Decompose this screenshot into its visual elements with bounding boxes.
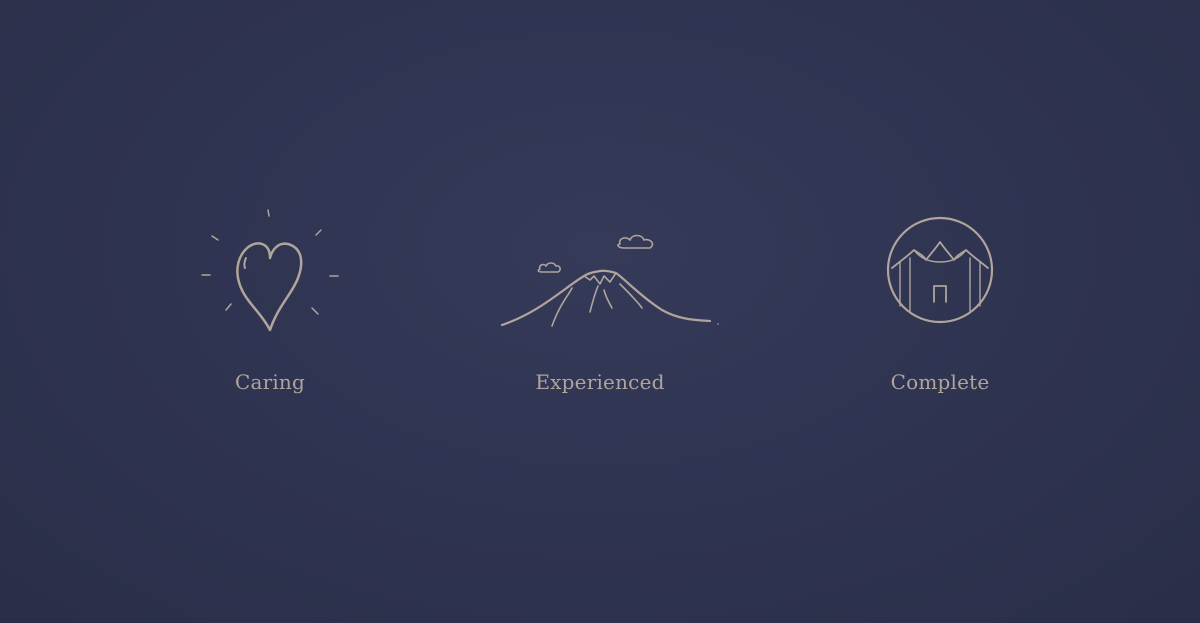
feature-experienced: Experienced [480,200,720,394]
feature-caring: Caring [150,200,390,394]
mountain-icon [480,200,720,340]
feature-label-experienced: Experienced [535,370,665,394]
feature-label-caring: Caring [234,370,306,394]
tent-circle-icon [820,200,1060,340]
feature-complete: Complete [820,200,1060,394]
feature-label-complete: Complete [890,370,990,394]
heart-icon [150,200,390,340]
